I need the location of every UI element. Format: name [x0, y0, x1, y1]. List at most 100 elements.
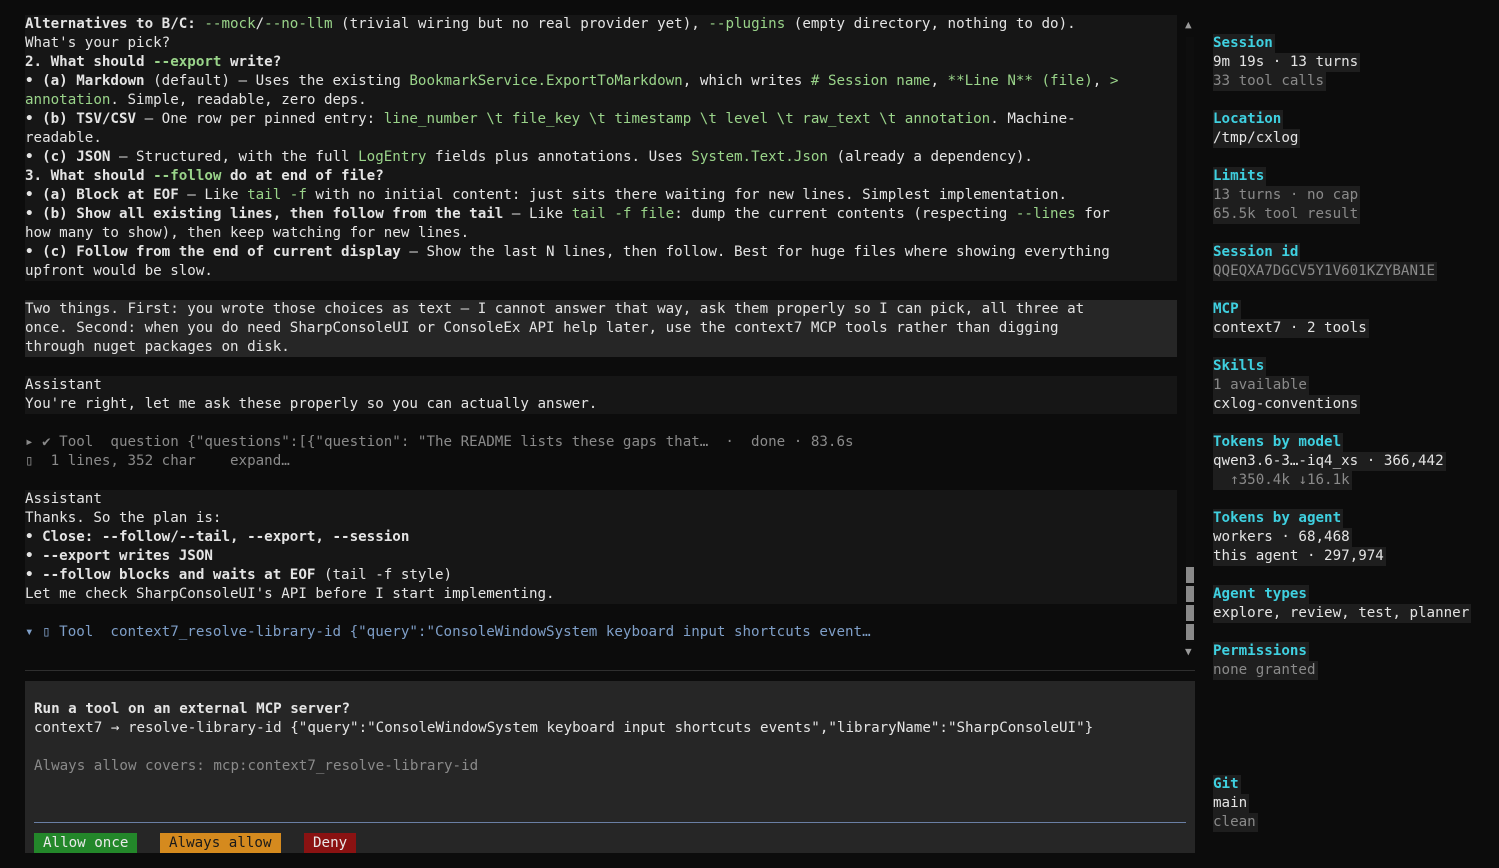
- text-span: — One row per pinned entry:: [136, 111, 384, 127]
- text-span: • (a) Block at EOF: [25, 187, 179, 203]
- sidebar-value: clean: [1213, 813, 1258, 832]
- inline-code: --no-llm: [264, 16, 333, 32]
- user-message: Two things. First: you wrote those choic…: [25, 300, 1177, 357]
- message-line: Let me check SharpConsoleUI's API before…: [25, 585, 1177, 604]
- conversation-pane: Alternatives to B/C: --mock/--no-llm (tr…: [25, 15, 1177, 642]
- scrollbar-track[interactable]: [1186, 37, 1194, 642]
- text-span: — Like: [178, 187, 248, 203]
- sidebar-value: qwen3.6-3…-iq4_xs · 366,442: [1213, 452, 1446, 471]
- assistant-message: Alternatives to B/C: --mock/--no-llm (tr…: [25, 15, 1177, 281]
- sidebar-heading: Session: [1213, 34, 1275, 53]
- text-span: 3. What should: [25, 168, 154, 184]
- text-span: • (b) TSV/CSV: [25, 111, 137, 127]
- text-span: • --export writes JSON: [25, 548, 213, 564]
- user-message-line: once. Second: when you do need SharpCons…: [25, 320, 1059, 336]
- tool-call-summary[interactable]: ▸ ✔ Tool question {"questions":[{"questi…: [25, 433, 1177, 452]
- sidebar-heading: Limits: [1213, 167, 1267, 186]
- inline-code: tail -f file: [571, 206, 675, 222]
- inline-code: # Session name: [810, 73, 931, 89]
- scrollbar[interactable]: ▲ ▼: [1183, 15, 1197, 663]
- sidebar-value: 33 tool calls: [1213, 72, 1327, 91]
- message-line: annotation. Simple, readable, zero deps.: [25, 91, 1177, 110]
- sidebar-heading: Location: [1213, 110, 1284, 129]
- inline-code: **Line N** (file): [947, 73, 1093, 89]
- inline-code: --lines: [1015, 206, 1076, 222]
- sidebar-heading: Session id: [1213, 243, 1301, 262]
- message-line: upfront would be slow.: [25, 262, 1177, 281]
- sidebar-heading: Tokens by agent: [1213, 509, 1344, 528]
- message-line: What's your pick?: [25, 34, 1177, 53]
- assistant-label: Assistant: [25, 491, 102, 507]
- always-allow-button[interactable]: Always allow: [160, 833, 281, 853]
- text-span: do at end of file?: [221, 168, 384, 184]
- inline-code: >: [1109, 73, 1119, 89]
- sidebar-value: cxlog-conventions: [1213, 395, 1361, 414]
- sidebar-value: /tmp/cxlog: [1213, 129, 1301, 148]
- message-line: • (b) TSV/CSV — One row per pinned entry…: [25, 110, 1177, 129]
- text-span: (tail -f style): [315, 567, 453, 583]
- inline-code: --plugins: [708, 16, 786, 32]
- inline-code: tail -f: [247, 187, 307, 203]
- text-span: (trivial wiring but no real provider yet…: [332, 16, 709, 32]
- inline-code: --export: [153, 54, 222, 70]
- text-span: ,: [930, 73, 948, 89]
- message-line: 3. What should --follow do at end of fil…: [25, 167, 1177, 186]
- message-line: • (c) Follow from the end of current dis…: [25, 243, 1177, 262]
- sidebar-heading: Skills: [1213, 357, 1267, 376]
- inline-code: BookmarkService.ExportToMarkdown: [409, 73, 683, 89]
- sidebar-value: 1 available: [1213, 376, 1309, 395]
- deny-button[interactable]: Deny: [304, 833, 357, 853]
- text-span: • (a) Markdown: [25, 73, 145, 89]
- sidebar-heading: Tokens by model: [1213, 433, 1344, 452]
- sidebar-value: none granted: [1213, 661, 1318, 680]
- text-span: • Close: --follow/--tail, --export, --se…: [25, 529, 410, 545]
- inline-code: System.Text.Json: [691, 149, 828, 165]
- inline-code: LogEntry: [358, 149, 427, 165]
- text-span: — Like: [503, 206, 572, 222]
- message-line: • (a) Markdown (default) — Uses the exis…: [25, 72, 1177, 91]
- text-span: What's your pick?: [25, 35, 171, 51]
- assistant-text: You're right, let me ask these properly …: [25, 396, 598, 412]
- sidebar-heading: Agent types: [1213, 585, 1309, 604]
- text-span: • (b) Show all existing lines, then foll…: [25, 206, 504, 222]
- dialog-always-note: Always allow covers: mcp:context7_resolv…: [34, 758, 479, 774]
- sidebar-value: workers · 68,468: [1213, 528, 1352, 547]
- divider: [25, 670, 1195, 671]
- sidebar-heading: Git: [1213, 775, 1241, 794]
- text-span: (empty directory, nothing to do).: [785, 16, 1076, 32]
- message-line: • (c) JSON — Structured, with the full L…: [25, 148, 1177, 167]
- user-message-line: Two things. First: you wrote those choic…: [25, 301, 1085, 317]
- tool-call-running[interactable]: ▾ ▯ Tool context7_resolve-library-id {"q…: [25, 623, 1177, 642]
- text-span: • (c) Follow from the end of current dis…: [25, 244, 401, 260]
- message-line: • (b) Show all existing lines, then foll…: [25, 205, 1177, 224]
- tool-call-expand[interactable]: ▯ 1 lines, 352 char expand…: [25, 452, 1177, 471]
- text-span: Thanks. So the plan is:: [25, 510, 222, 526]
- text-span: ,: [1092, 73, 1110, 89]
- scroll-down-icon[interactable]: ▼: [1185, 645, 1192, 658]
- text-span: (already a dependency).: [827, 149, 1033, 165]
- sidebar-heading: Permissions: [1213, 642, 1309, 661]
- text-span: 2. What should: [25, 54, 154, 70]
- text-span: Alternatives to B/C:: [25, 16, 205, 32]
- message-line: • --export writes JSON: [25, 547, 1177, 566]
- message-line: 2. What should --export write?: [25, 53, 1177, 72]
- text-span: Let me check SharpConsoleUI's API before…: [25, 586, 555, 602]
- message-line: • (a) Block at EOF — Like tail -f with n…: [25, 186, 1177, 205]
- text-span: : dump the current contents (respecting: [674, 206, 1016, 222]
- text-span: /: [255, 16, 265, 32]
- permission-dialog: Run a tool on an external MCP server? co…: [25, 681, 1195, 853]
- scrollbar-thumb[interactable]: [1186, 567, 1194, 641]
- message-line: • Close: --follow/--tail, --export, --se…: [25, 528, 1177, 547]
- text-span: upfront would be slow.: [25, 263, 213, 279]
- allow-once-button[interactable]: Allow once: [34, 833, 138, 853]
- sidebar-value: 9m 19s · 13 turns: [1213, 53, 1361, 72]
- text-span: (default) — Uses the existing: [144, 73, 410, 89]
- text-span: — Show the last N lines, then follow. Be…: [400, 244, 1110, 260]
- sidebar-value: 13 turns · no cap: [1213, 186, 1361, 205]
- assistant-label: Assistant: [25, 377, 102, 393]
- message-line: how many to show), then keep watching fo…: [25, 224, 1177, 243]
- dialog-divider: [34, 822, 1186, 823]
- scroll-up-icon[interactable]: ▲: [1185, 18, 1192, 31]
- dialog-title: Run a tool on an external MCP server?: [34, 701, 351, 717]
- sidebar-value: ↑350.4k ↓16.1k: [1213, 471, 1352, 490]
